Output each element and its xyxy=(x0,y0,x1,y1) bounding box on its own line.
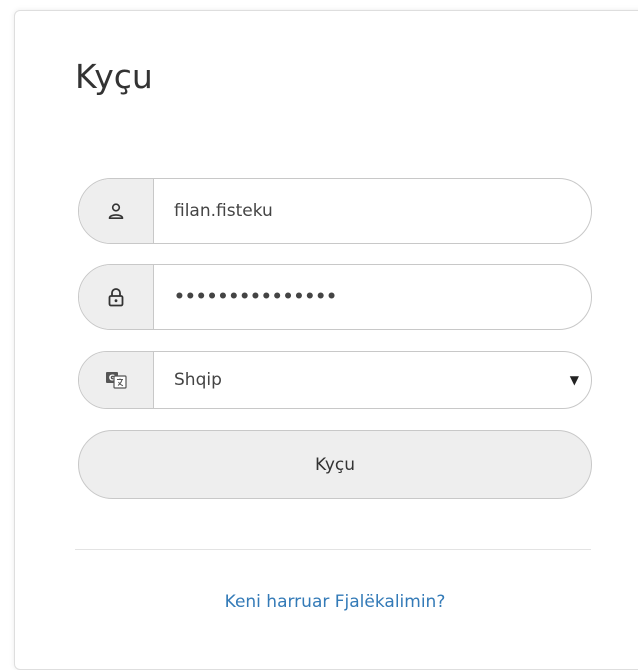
password-field[interactable]: ••••••••••••••• xyxy=(78,264,592,330)
divider xyxy=(75,549,591,550)
caret-down-icon: ▼ xyxy=(569,373,579,387)
login-button[interactable]: Kyçu xyxy=(78,430,592,499)
password-input[interactable]: ••••••••••••••• xyxy=(154,265,591,329)
language-addon: G xyxy=(79,352,154,408)
page-title: Kyçu xyxy=(75,57,153,96)
forgot-password-link[interactable]: Keni harruar Fjalëkalimin? xyxy=(15,592,638,612)
user-icon xyxy=(108,203,124,219)
translate-icon: G xyxy=(106,372,127,389)
username-addon xyxy=(79,179,154,243)
language-select[interactable]: G Shqip ▼ xyxy=(78,351,592,409)
password-addon xyxy=(79,265,154,329)
language-selected-value: Shqip xyxy=(174,370,222,390)
login-card: Kyçu filan.fisteku ••••••••••••••• G Shq… xyxy=(14,10,638,670)
username-field[interactable]: filan.fisteku xyxy=(78,178,592,244)
lock-icon xyxy=(108,288,124,307)
username-input[interactable]: filan.fisteku xyxy=(154,179,591,243)
